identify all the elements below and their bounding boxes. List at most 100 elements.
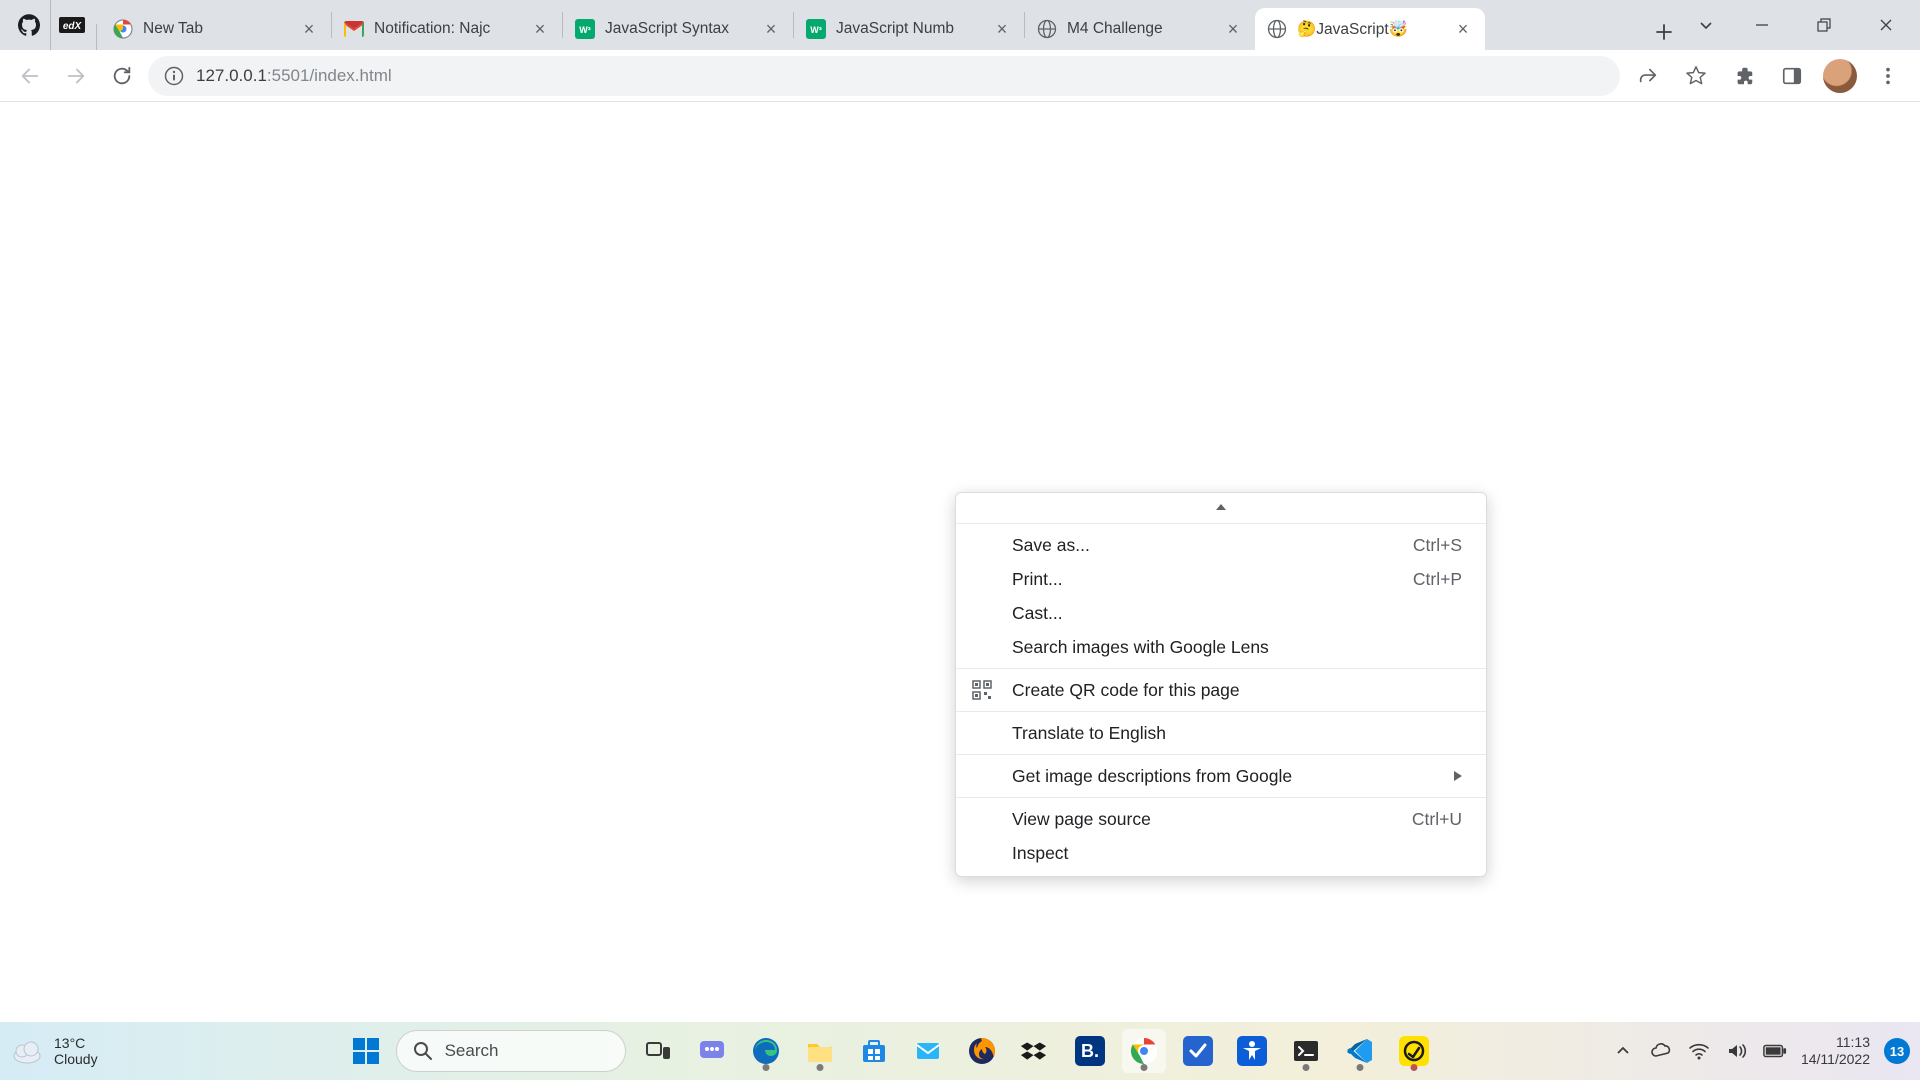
tab-strip: edX New Tab × Notification: Najc × W³ Ja… [0,0,1920,50]
context-item-label: Save as... [1012,535,1413,556]
close-icon[interactable]: × [1453,19,1473,39]
context-save-as[interactable]: Save as... Ctrl+S [956,528,1486,562]
share-icon [1637,65,1659,87]
close-icon[interactable]: × [761,19,781,39]
context-item-label: View page source [1012,809,1412,830]
context-image-descriptions[interactable]: Get image descriptions from Google [956,759,1486,793]
tb-terminal[interactable] [1284,1029,1328,1073]
tb-firefox[interactable] [960,1029,1004,1073]
context-separator [956,754,1486,755]
side-panel-button[interactable] [1770,54,1814,98]
windows-icon [351,1036,381,1066]
weather-temp: 13°C [54,1035,98,1051]
tab-title: JavaScript Numb [836,20,982,38]
tab-gmail[interactable]: Notification: Najc × [332,8,562,50]
context-qr-code[interactable]: Create QR code for this page [956,673,1486,707]
minimize-button[interactable] [1732,6,1792,44]
context-item-label: Create QR code for this page [1012,680,1462,701]
back-button[interactable] [10,56,50,96]
tab-js-syntax[interactable]: W³ JavaScript Syntax × [563,8,793,50]
store-icon [859,1036,889,1066]
tab-js-numb[interactable]: W³ JavaScript Numb × [794,8,1024,50]
close-icon[interactable]: × [299,19,319,39]
new-tab-button[interactable] [1646,14,1682,50]
context-item-accel: Ctrl+P [1413,569,1462,590]
battery-icon [1763,1043,1787,1059]
w3-icon: W³ [575,19,595,39]
tab-title: New Tab [143,20,289,38]
weather-desc: Cloudy [54,1051,98,1067]
tab-search-button[interactable] [1682,6,1730,44]
bookmark-button[interactable] [1674,54,1718,98]
tb-todo[interactable] [1176,1029,1220,1073]
context-cast[interactable]: Cast... [956,596,1486,630]
tb-edge[interactable] [744,1029,788,1073]
site-info-icon[interactable] [164,66,184,86]
share-button[interactable] [1626,54,1670,98]
context-print[interactable]: Print... Ctrl+P [956,562,1486,596]
taskbar-search[interactable]: Search [396,1030,626,1072]
tb-chat[interactable] [690,1029,734,1073]
pinned-tab-github[interactable] [8,0,50,50]
tb-norton[interactable] [1392,1029,1436,1073]
tb-explorer[interactable] [798,1029,842,1073]
panel-icon [1781,65,1803,87]
check-icon [1183,1036,1213,1066]
chrome-icon [1129,1036,1159,1066]
tb-accessibility[interactable] [1230,1029,1274,1073]
maximize-button[interactable] [1794,6,1854,44]
context-separator [956,668,1486,669]
close-icon[interactable]: × [992,19,1012,39]
toolbar: 127.0.0.1:5501/index.html [0,50,1920,102]
weather-widget[interactable]: 13°C Cloudy [10,1034,98,1068]
tb-mail[interactable] [906,1029,950,1073]
tb-chrome[interactable] [1122,1029,1166,1073]
tray-battery[interactable] [1763,1039,1787,1063]
tray-chevron[interactable] [1611,1039,1635,1063]
close-icon[interactable]: × [530,19,550,39]
gmail-icon [344,21,364,37]
tray-wifi[interactable] [1687,1039,1711,1063]
tb-store[interactable] [852,1029,896,1073]
start-button[interactable] [346,1031,386,1071]
context-view-source[interactable]: View page source Ctrl+U [956,802,1486,836]
avatar-icon [1823,59,1857,93]
context-scroll-up[interactable] [956,499,1486,519]
url-path: :5501/index.html [267,66,392,85]
folder-icon [805,1036,835,1066]
url-host: 127.0.0.1 [196,66,267,85]
address-bar[interactable]: 127.0.0.1:5501/index.html [148,56,1620,96]
plus-icon [1655,23,1673,41]
svg-text:W³: W³ [579,25,591,35]
tb-dropbox[interactable] [1014,1029,1058,1073]
context-inspect[interactable]: Inspect [956,836,1486,870]
tab-m4-challenge[interactable]: M4 Challenge × [1025,8,1255,50]
close-icon[interactable]: × [1223,19,1243,39]
tab-javascript-active[interactable]: 🤔JavaScript🤯 × [1255,8,1485,50]
tray-onedrive[interactable] [1649,1039,1673,1063]
task-view-button[interactable] [636,1029,680,1073]
cloud-icon [10,1034,44,1068]
wifi-icon [1688,1040,1710,1062]
close-window-button[interactable] [1856,6,1916,44]
tab-new-tab[interactable]: New Tab × [101,8,331,50]
profile-button[interactable] [1818,54,1862,98]
firefox-icon [967,1036,997,1066]
menu-button[interactable] [1866,54,1910,98]
notification-badge[interactable]: 13 [1884,1038,1910,1064]
tray-date: 14/11/2022 [1801,1051,1870,1068]
context-translate[interactable]: Translate to English [956,716,1486,750]
tray-volume[interactable] [1725,1039,1749,1063]
vscode-icon [1345,1036,1375,1066]
tb-vscode[interactable] [1338,1029,1382,1073]
taskbar: 13°C Cloudy Search B. [0,1022,1920,1080]
forward-button[interactable] [56,56,96,96]
tray-datetime[interactable]: 11:13 14/11/2022 [1801,1034,1870,1068]
tb-bookingcom[interactable]: B. [1068,1029,1112,1073]
pinned-tab-edx[interactable]: edX [50,0,92,50]
context-search-lens[interactable]: Search images with Google Lens [956,630,1486,664]
reload-icon [111,65,133,87]
reload-button[interactable] [102,56,142,96]
extensions-button[interactable] [1722,54,1766,98]
arrow-right-icon [65,65,87,87]
